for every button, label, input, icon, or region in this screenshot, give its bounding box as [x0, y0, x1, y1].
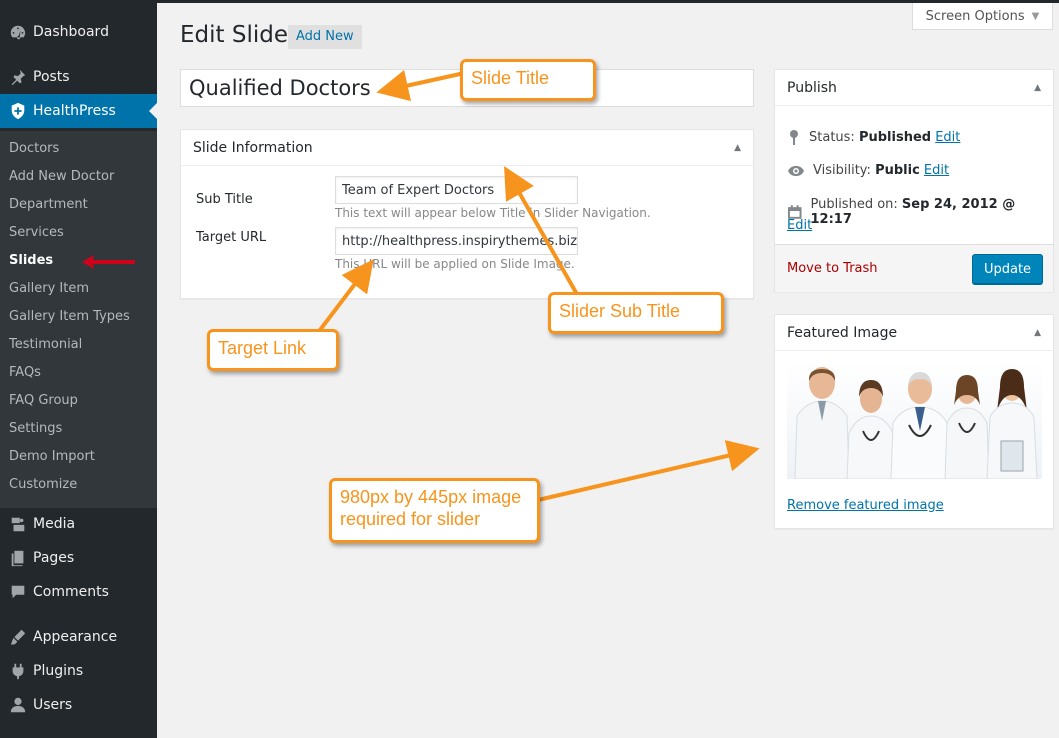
user-icon	[6, 696, 30, 714]
doctors-photo	[794, 367, 1038, 479]
menu-media[interactable]: Media	[0, 507, 157, 541]
submenu-item-gallery-item-types[interactable]: Gallery Item Types	[9, 308, 130, 326]
target-url-input[interactable]	[335, 227, 578, 255]
submenu-item-department[interactable]: Department	[9, 196, 88, 214]
submenu-item-testimonial[interactable]: Testimonial	[9, 336, 82, 354]
eye-icon	[788, 165, 804, 176]
sub-title-description: This text will appear below Title in Sli…	[335, 206, 651, 220]
menu-users[interactable]: Users	[0, 688, 157, 722]
callout-image-size: 980px by 445px image required for slider	[329, 478, 540, 543]
submenu-item-slides[interactable]: Slides	[9, 252, 53, 270]
status-label: Status:	[809, 129, 855, 145]
menu-label: Posts	[33, 69, 70, 85]
collapse-arrow-icon[interactable]: ▲	[734, 143, 741, 153]
submenu-item-faq-group[interactable]: FAQ Group	[9, 392, 78, 410]
menu-pages[interactable]: Pages	[0, 541, 157, 575]
active-notch	[149, 103, 157, 119]
postbox-header[interactable]: Featured Image ▲	[775, 315, 1053, 351]
pages-icon	[6, 549, 30, 567]
pin-icon	[790, 130, 798, 145]
target-url-description: This URL will be applied on Slide Image.	[335, 257, 575, 271]
publish-box: Publish ▲ Status: Published Edit Visibil…	[774, 69, 1054, 292]
paintbrush-icon	[6, 628, 30, 646]
remove-featured-image-link[interactable]: Remove featured image	[787, 498, 944, 513]
menu-label: Pages	[33, 550, 75, 566]
status-value: Published	[858, 129, 932, 145]
postbox-title: Featured Image	[787, 324, 898, 341]
menu-label: Users	[33, 697, 73, 713]
menu-label: Dashboard	[33, 24, 109, 40]
media-icon	[6, 515, 30, 533]
healthpress-submenu: Doctors Add New Doctor Department Servic…	[0, 131, 157, 508]
screen-options-button[interactable]: Screen Options ▼	[912, 3, 1053, 30]
menu-healthpress[interactable]: HealthPress	[0, 94, 157, 128]
sub-title-label: Sub Title	[196, 192, 253, 207]
published-on-row: Published on: Sep 24, 2012 @ 12:17	[787, 197, 1053, 227]
menu-label: Media	[33, 516, 76, 532]
callout-line: 980px by 445px image	[340, 487, 522, 507]
submenu-item-faqs[interactable]: FAQs	[9, 364, 41, 382]
status-row: Status: Published Edit	[787, 129, 960, 145]
submenu-item-settings[interactable]: Settings	[9, 420, 62, 438]
shield-icon	[6, 102, 30, 120]
menu-posts[interactable]: Posts	[0, 60, 157, 94]
submenu-item-services[interactable]: Services	[9, 224, 64, 242]
featured-image-box: Featured Image ▲ Remove featured image	[774, 314, 1054, 529]
menu-label: Comments	[33, 584, 109, 600]
visibility-row: Visibility: Public Edit	[787, 163, 949, 178]
featured-image-thumbnail[interactable]	[787, 361, 1042, 479]
edit-status-link[interactable]: Edit	[935, 130, 960, 145]
submenu-item-gallery-item[interactable]: Gallery Item	[9, 280, 89, 298]
comment-icon	[6, 583, 30, 601]
published-label: Published on:	[810, 197, 898, 212]
submenu-item-doctors[interactable]: Doctors	[9, 140, 59, 158]
submenu-item-add-new-doctor[interactable]: Add New Doctor	[9, 168, 114, 186]
menu-comments[interactable]: Comments	[0, 575, 157, 609]
caret-down-icon: ▼	[1031, 10, 1040, 22]
sub-title-input[interactable]	[335, 176, 578, 204]
collapse-arrow-icon[interactable]: ▲	[1034, 83, 1041, 93]
slide-information-box: Slide Information ▲ Sub Title This text …	[180, 129, 754, 299]
menu-plugins[interactable]: Plugins	[0, 654, 157, 688]
callout-slide-title: Slide Title	[460, 59, 596, 101]
dashboard-icon	[6, 23, 30, 41]
visibility-label: Visibility:	[813, 163, 871, 178]
callout-target-link: Target Link	[207, 329, 339, 371]
update-button[interactable]: Update	[972, 254, 1043, 284]
menu-appearance[interactable]: Appearance	[0, 620, 157, 654]
visibility-value: Public	[875, 163, 920, 178]
menu-label: Appearance	[33, 629, 118, 645]
menu-dashboard[interactable]: Dashboard	[0, 15, 157, 49]
postbox-header[interactable]: Publish ▲	[775, 70, 1053, 106]
move-to-trash-link[interactable]: Move to Trash	[787, 261, 878, 276]
submenu-item-customize[interactable]: Customize	[9, 476, 77, 494]
pushpin-icon	[6, 68, 30, 86]
postbox-title: Publish	[787, 79, 837, 96]
callout-line: required for slider	[340, 509, 481, 529]
postbox-title: Slide Information	[193, 139, 313, 156]
edit-date-link[interactable]: Edit	[787, 218, 812, 233]
screen-options-label: Screen Options	[925, 8, 1025, 24]
menu-label: HealthPress	[33, 103, 116, 119]
target-url-label: Target URL	[196, 230, 267, 245]
plugin-icon	[6, 662, 30, 680]
page-title: Edit Slide	[180, 22, 288, 48]
collapse-arrow-icon[interactable]: ▲	[1034, 328, 1041, 338]
add-new-button[interactable]: Add New	[288, 25, 362, 49]
edit-visibility-link[interactable]: Edit	[924, 163, 949, 178]
red-arrow-icon	[82, 255, 135, 269]
admin-sidebar: Dashboard Posts HealthPress Doctors Add …	[0, 0, 157, 738]
menu-label: Plugins	[33, 663, 84, 679]
submenu-item-demo-import[interactable]: Demo Import	[9, 448, 95, 466]
postbox-header[interactable]: Slide Information ▲	[181, 130, 753, 166]
callout-slider-sub-title: Slider Sub Title	[548, 292, 724, 334]
publish-actions: Move to Trash Update	[775, 244, 1053, 292]
